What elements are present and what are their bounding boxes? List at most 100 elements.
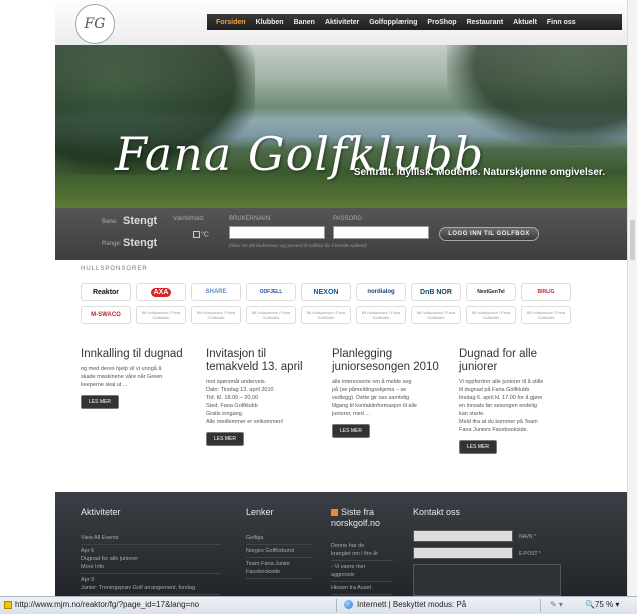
username-input[interactable] [229, 226, 325, 239]
weather-icon [193, 231, 200, 238]
sponsor-reaktor[interactable]: Reaktor [81, 283, 131, 301]
hero-slogan: Sentralt. Idyllisk. Moderne. Naturskjønn… [353, 167, 605, 178]
events-link[interactable]: View All Events [81, 532, 221, 545]
nav-banen[interactable]: Banen [294, 19, 315, 26]
site-header: FG Forsiden Klubben Banen Aktiviteter Go… [55, 0, 627, 45]
nav-proshop[interactable]: ProShop [427, 19, 456, 26]
news-item: Innkalling til dugnad og med deres hjelp… [81, 348, 191, 409]
nav-golfopplaering[interactable]: Golfopplæring [369, 19, 417, 26]
password-label: PASSORD [333, 216, 362, 222]
event-date: Apr 9 Junior: Treningsprøv Golf arrangeme… [81, 574, 221, 595]
sponsor-slot[interactable]: Bli hullsponsor i Fana Golfklubb [136, 306, 186, 324]
sponsor-share[interactable]: SHARE [191, 283, 241, 301]
link-golfiga[interactable]: Golfiga [246, 532, 312, 545]
warning-icon [4, 600, 12, 609]
sponsor-dnbnor[interactable]: DnB NOR [411, 283, 461, 301]
sponsors-title: HULLSPONSORER [81, 266, 148, 272]
news-item: Invitasjon til temakveld 13. april mot s… [206, 348, 316, 446]
sponsor-slot[interactable]: Bli hullsponsor i Fana Golfklubb [466, 306, 516, 324]
pen-icon[interactable]: ✎ ▾ [550, 600, 563, 609]
footer-siste-title: Siste fra norskgolf.no [331, 507, 381, 528]
login-bar: Bane: Stengt Range: Stengt Værforhold: °… [55, 208, 627, 260]
footer-lenker-list: Golfiga Norges Golfforbund Team Fana Jun… [246, 532, 312, 579]
read-more-button[interactable]: LES MER [206, 432, 244, 446]
sponsor-nordialog[interactable]: nordialog [356, 283, 406, 301]
password-input[interactable] [333, 226, 429, 239]
globe-icon [344, 600, 353, 610]
rss-icon [331, 509, 338, 517]
bane-status: Stengt [123, 215, 158, 227]
sponsor-slot[interactable]: Bli hullsponsor i Fana Golfklubb [301, 306, 351, 324]
read-more-button[interactable]: LES MER [332, 424, 370, 438]
contact-email-label: E-POST * [519, 551, 541, 557]
sponsor-nextgentel[interactable]: NextGenTel [466, 283, 516, 301]
browser-viewport: FG Forsiden Klubben Banen Aktiviteter Go… [0, 0, 637, 596]
event-date: Apr 6 Dugnad for alle juniorer More Info [81, 545, 221, 574]
news-title[interactable]: Invitasjon til temakveld 13. april [206, 348, 316, 374]
hero-banner: Fana Golfklubb Sentralt. Idyllisk. Moder… [55, 45, 627, 208]
footer-aktiviteter-title: Aktiviteter [81, 507, 121, 517]
read-more-button[interactable]: LES MER [81, 395, 119, 409]
security-zone[interactable]: Internett | Beskyttet modus: På [344, 600, 466, 610]
contact-name-label: NAVN * [519, 534, 536, 540]
contact-name-input[interactable] [413, 530, 513, 542]
browser-status-bar: http://www.mjm.no/reaktor/fg/?page_id=17… [0, 596, 637, 614]
weather-temp: °C [193, 231, 209, 238]
nav-finn-oss[interactable]: Finn oss [547, 19, 576, 26]
news-excerpt: alle interesserte om å melde seg på (se p… [332, 379, 417, 417]
sponsor-slot[interactable]: Bli hullsponsor i Fana Golfklubb [521, 306, 571, 324]
news-title[interactable]: Innkalling til dugnad [81, 348, 191, 361]
nav-klubben[interactable]: Klubben [256, 19, 284, 26]
news-item: Planlegging juniorsesongen 2010 alle int… [332, 348, 442, 438]
zoom-icon: 🔍 [585, 600, 595, 609]
sponsor-slot[interactable]: Bli hullsponsor i Fana Golfklubb [411, 306, 461, 324]
news-feed-item[interactable]: Denne har de kranglet om i fire år [331, 540, 393, 561]
news-feed-item[interactable]: - Vi vaere mer aggressiv [331, 561, 393, 582]
username-label: BRUKERNAVN [229, 216, 271, 222]
news-title[interactable]: Dugnad for alle juniorer [459, 348, 577, 374]
footer-siste-list: Denne har de kranglet om i fire år - Vi v… [331, 540, 393, 595]
read-more-button[interactable]: LES MER [459, 440, 497, 454]
nav-aktiviteter[interactable]: Aktiviteter [325, 19, 359, 26]
sponsor-slot[interactable]: Bli hullsponsor i Fana Golfklubb [246, 306, 296, 324]
nav-forsiden[interactable]: Forsiden [216, 19, 246, 26]
footer-lenker-title: Lenker [246, 507, 274, 517]
news-feed-item[interactable]: Hiosen fra Asset [331, 582, 393, 595]
status-url: http://www.mjm.no/reaktor/fg/?page_id=17… [4, 600, 199, 609]
link-team-fana[interactable]: Team Fana Junior Facebookside [246, 558, 312, 579]
nav-aktuelt[interactable]: Aktuelt [513, 19, 537, 26]
news-excerpt: Vi oppfordrer alle juniorer til å stille… [459, 379, 544, 433]
news-excerpt: og med deres hjelp vil vi unngå å skade m… [81, 366, 163, 388]
club-logo[interactable]: FG [75, 4, 115, 44]
contact-message-input[interactable] [413, 564, 561, 596]
site-container: FG Forsiden Klubben Banen Aktiviteter Go… [55, 0, 627, 596]
footer-kontakt-title: Kontakt oss [413, 507, 461, 517]
nav-restaurant[interactable]: Restaurant [467, 19, 504, 26]
weather-label: Værforhold: [173, 216, 205, 222]
range-label: Range: [102, 241, 122, 247]
golfbox-login-button[interactable]: LOGG INN TIL GOLFBOX [439, 227, 539, 241]
link-golfforbund[interactable]: Norges Golfforbund [246, 545, 312, 558]
sponsor-nexon[interactable]: NEXON [301, 283, 351, 301]
bane-label: Bane: [102, 219, 118, 225]
sponsor-axa[interactable]: AXA [136, 283, 186, 301]
sponsor-odfjell[interactable]: ODFJELL [246, 283, 296, 301]
sponsor-birlig[interactable]: BIRLIG [521, 283, 571, 301]
scrollbar-thumb[interactable] [630, 220, 635, 260]
sponsor-slot[interactable]: Bli hullsponsor i Fana Golfklubb [191, 306, 241, 324]
sponsor-mswaco[interactable]: M-SWACO [81, 306, 131, 324]
status-divider [540, 599, 541, 612]
footer-aktiviteter-list: View All Events Apr 6 Dugnad for alle jun… [81, 532, 221, 595]
zoom-control[interactable]: 🔍75 % ▾ [585, 600, 619, 609]
main-navigation: Forsiden Klubben Banen Aktiviteter Golfo… [207, 14, 622, 30]
status-divider [336, 599, 337, 612]
site-footer: Aktiviteter View All Events Apr 6 Dugnad … [55, 492, 627, 596]
news-title[interactable]: Planlegging juniorsesongen 2010 [332, 348, 442, 374]
vertical-scrollbar[interactable] [627, 0, 637, 596]
news-item: Dugnad for alle juniorer Vi oppfordrer a… [459, 348, 577, 454]
degree-unit: °C [201, 231, 209, 239]
range-status: Stengt [123, 237, 158, 249]
contact-email-input[interactable] [413, 547, 513, 559]
sponsor-slot[interactable]: Bli hullsponsor i Fana Golfklubb [356, 306, 406, 324]
news-excerpt: mot spørsmål underveis. Dato: Tirsdag 13.… [206, 379, 284, 425]
